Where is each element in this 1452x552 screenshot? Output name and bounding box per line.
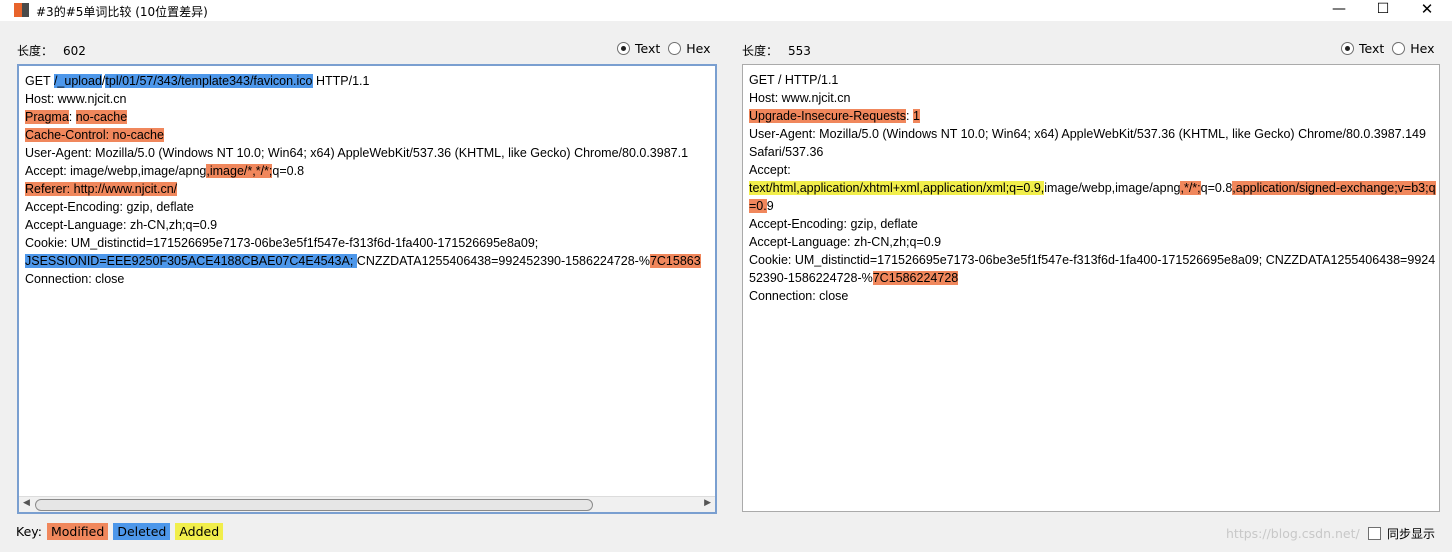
text-segment: HTTP/1.1 (312, 74, 370, 88)
text-segment: Cookie: UM_distinctid=171526695e7173-06b… (749, 253, 1436, 285)
modified-segment: ,image/*,*/*; (206, 164, 273, 178)
left-text-line: JSESSIONID=EEE9250F305ACE4188CBAE07C4E45… (25, 252, 701, 270)
text-segment: Connection: close (25, 272, 125, 286)
left-horizontal-scrollbar[interactable]: ◀ ▶ (19, 496, 715, 512)
scrollbar-thumb[interactable] (35, 499, 593, 511)
left-text-line: Accept-Language: zh-CN,zh;q=0.9 (25, 216, 701, 234)
deleted-segment: JSESSIONID=EEE9250F305ACE4188CBAE07C4E45… (25, 254, 357, 268)
right-text-line: GET / HTTP/1.1 (749, 71, 1437, 89)
text-segment: q=0.8 (1200, 181, 1233, 195)
sync-display-checkbox[interactable] (1368, 527, 1381, 540)
text-segment: Accept-Language: zh-CN,zh;q=0.9 (25, 218, 218, 232)
left-view-toggle: Text Hex (617, 41, 719, 56)
left-text-line: Cache-Control: no-cache (25, 126, 701, 144)
left-request-text[interactable]: GET /_upload/tpl/01/57/343/template343/f… (25, 72, 701, 288)
right-text-line: Accept-Language: zh-CN,zh;q=0.9 (749, 233, 1437, 251)
left-text-line: Accept: image/webp,image/apng,image/*,*/… (25, 162, 701, 180)
modified-segment: 7C15863 (649, 254, 701, 268)
modified-segment: Upgrade-Insecure-Requests (749, 109, 907, 123)
modified-segment: Referer: http://www.njcit.cn/ (25, 182, 178, 196)
left-hex-radio-label[interactable]: Hex (686, 41, 710, 56)
left-text-line: Accept-Encoding: gzip, deflate (25, 198, 701, 216)
text-segment: : (68, 110, 76, 124)
text-segment: 9 (766, 199, 774, 213)
right-length: 长度： 553 (742, 42, 811, 59)
right-text-line: Accept-Encoding: gzip, deflate (749, 215, 1437, 233)
right-text-line: Host: www.njcit.cn (749, 89, 1437, 107)
right-text-line: User-Agent: Mozilla/5.0 (Windows NT 10.0… (749, 125, 1437, 161)
text-segment: Host: www.njcit.cn (749, 91, 851, 105)
modified-segment: 7C1586224728 (872, 271, 959, 285)
window-title: #3的#5单词比较 (10位置差异) (36, 5, 208, 19)
right-view-toggle: Text Hex (1341, 41, 1443, 56)
left-text-line: GET /_upload/tpl/01/57/343/template343/f… (25, 72, 701, 90)
left-hex-radio[interactable] (668, 42, 682, 55)
scroll-left-arrow-icon[interactable]: ◀ (23, 498, 30, 508)
text-segment: q=0.8 (272, 164, 305, 178)
key-label: Key: (16, 524, 42, 539)
right-text-radio-label[interactable]: Text (1359, 41, 1384, 56)
left-text-radio[interactable] (617, 42, 630, 55)
text-segment: image/webp,image/apng (1044, 181, 1181, 195)
modified-segment: 1 (912, 109, 920, 123)
sync-display-label[interactable]: 同步显示 (1387, 527, 1435, 541)
right-length-value: 553 (788, 44, 811, 58)
text-segment: User-Agent: Mozilla/5.0 (Windows NT 10.0… (25, 146, 689, 160)
left-text-line: Connection: close (25, 270, 701, 288)
text-segment: Accept: image/webp,image/apng (25, 164, 207, 178)
added-segment: text/html,application/xhtml+xml,applicat… (749, 181, 1045, 195)
left-text-line: User-Agent: Mozilla/5.0 (Windows NT 10.0… (25, 144, 701, 162)
left-text-line: Pragma: no-cache (25, 108, 701, 126)
title-bar: #3的#5单词比较 (10位置差异) — ☐ ✕ (0, 0, 1452, 21)
text-segment: User-Agent: Mozilla/5.0 (Windows NT 10.0… (749, 127, 1430, 159)
text-segment: GET / HTTP/1.1 (749, 73, 839, 87)
text-segment: Accept: (749, 163, 791, 177)
modified-segment: ,*/*; (1180, 181, 1201, 195)
right-hex-radio[interactable] (1392, 42, 1406, 55)
scroll-right-arrow-icon[interactable]: ▶ (704, 498, 711, 508)
left-text-line: Host: www.njcit.cn (25, 90, 701, 108)
key-deleted-chip: Deleted (113, 523, 171, 540)
text-segment: Cookie: UM_distinctid=171526695e7173-06b… (25, 236, 539, 250)
right-length-label: 长度： (742, 44, 779, 58)
left-text-line: Cookie: UM_distinctid=171526695e7173-06b… (25, 234, 701, 252)
text-segment: Accept-Language: zh-CN,zh;q=0.9 (749, 235, 942, 249)
right-request-pane[interactable]: GET / HTTP/1.1 Host: www.njcit.cn Upgrade-… (742, 64, 1440, 512)
right-hex-radio-label[interactable]: Hex (1410, 41, 1434, 56)
text-segment: Host: www.njcit.cn (25, 92, 127, 106)
right-text-line: Connection: close (749, 287, 1437, 305)
burp-app-icon (14, 3, 29, 17)
text-segment: Accept-Encoding: gzip, deflate (749, 217, 918, 231)
close-button[interactable]: ✕ (1404, 0, 1450, 21)
right-text-line: Cookie: UM_distinctid=171526695e7173-06b… (749, 251, 1437, 287)
deleted-segment: tpl/01/57/343/template343/favicon.ico (105, 74, 313, 88)
left-text-line: Referer: http://www.njcit.cn/ (25, 180, 701, 198)
text-segment: Accept-Encoding: gzip, deflate (25, 200, 194, 214)
minimize-button[interactable]: — (1316, 0, 1362, 21)
text-segment: CNZZDATA1255406438=992452390-1586224728-… (356, 254, 650, 268)
left-length: 长度： 602 (17, 42, 86, 59)
right-request-text[interactable]: GET / HTTP/1.1 Host: www.njcit.cn Upgrade-… (749, 71, 1437, 305)
text-segment: GET (25, 74, 54, 88)
key-added-chip: Added (175, 523, 224, 540)
deleted-segment: /_upload (53, 74, 102, 88)
text-segment: Connection: close (749, 289, 849, 303)
maximize-button[interactable]: ☐ (1360, 0, 1406, 21)
key-modified-chip: Modified (46, 523, 109, 540)
right-text-radio[interactable] (1341, 42, 1354, 55)
modified-segment: Cache-Control: no-cache (25, 128, 164, 142)
left-length-label: 长度： (17, 44, 54, 58)
left-request-pane[interactable]: GET /_upload/tpl/01/57/343/template343/f… (17, 64, 717, 514)
sync-display-toggle[interactable]: 同步显示 (1368, 525, 1435, 542)
left-length-value: 602 (63, 44, 86, 58)
watermark: https://blog.csdn.net/ (1226, 526, 1360, 541)
right-text-line: Accept: (749, 161, 1437, 179)
modified-segment: Pragma (25, 110, 69, 124)
diff-key-legend: Key: Modified Deleted Added (16, 523, 224, 540)
right-text-line: Upgrade-Insecure-Requests: 1 (749, 107, 1437, 125)
left-text-radio-label[interactable]: Text (635, 41, 660, 56)
text-segment: : (906, 109, 913, 123)
right-text-line: text/html,application/xhtml+xml,applicat… (749, 179, 1437, 215)
modified-segment: no-cache (75, 110, 128, 124)
